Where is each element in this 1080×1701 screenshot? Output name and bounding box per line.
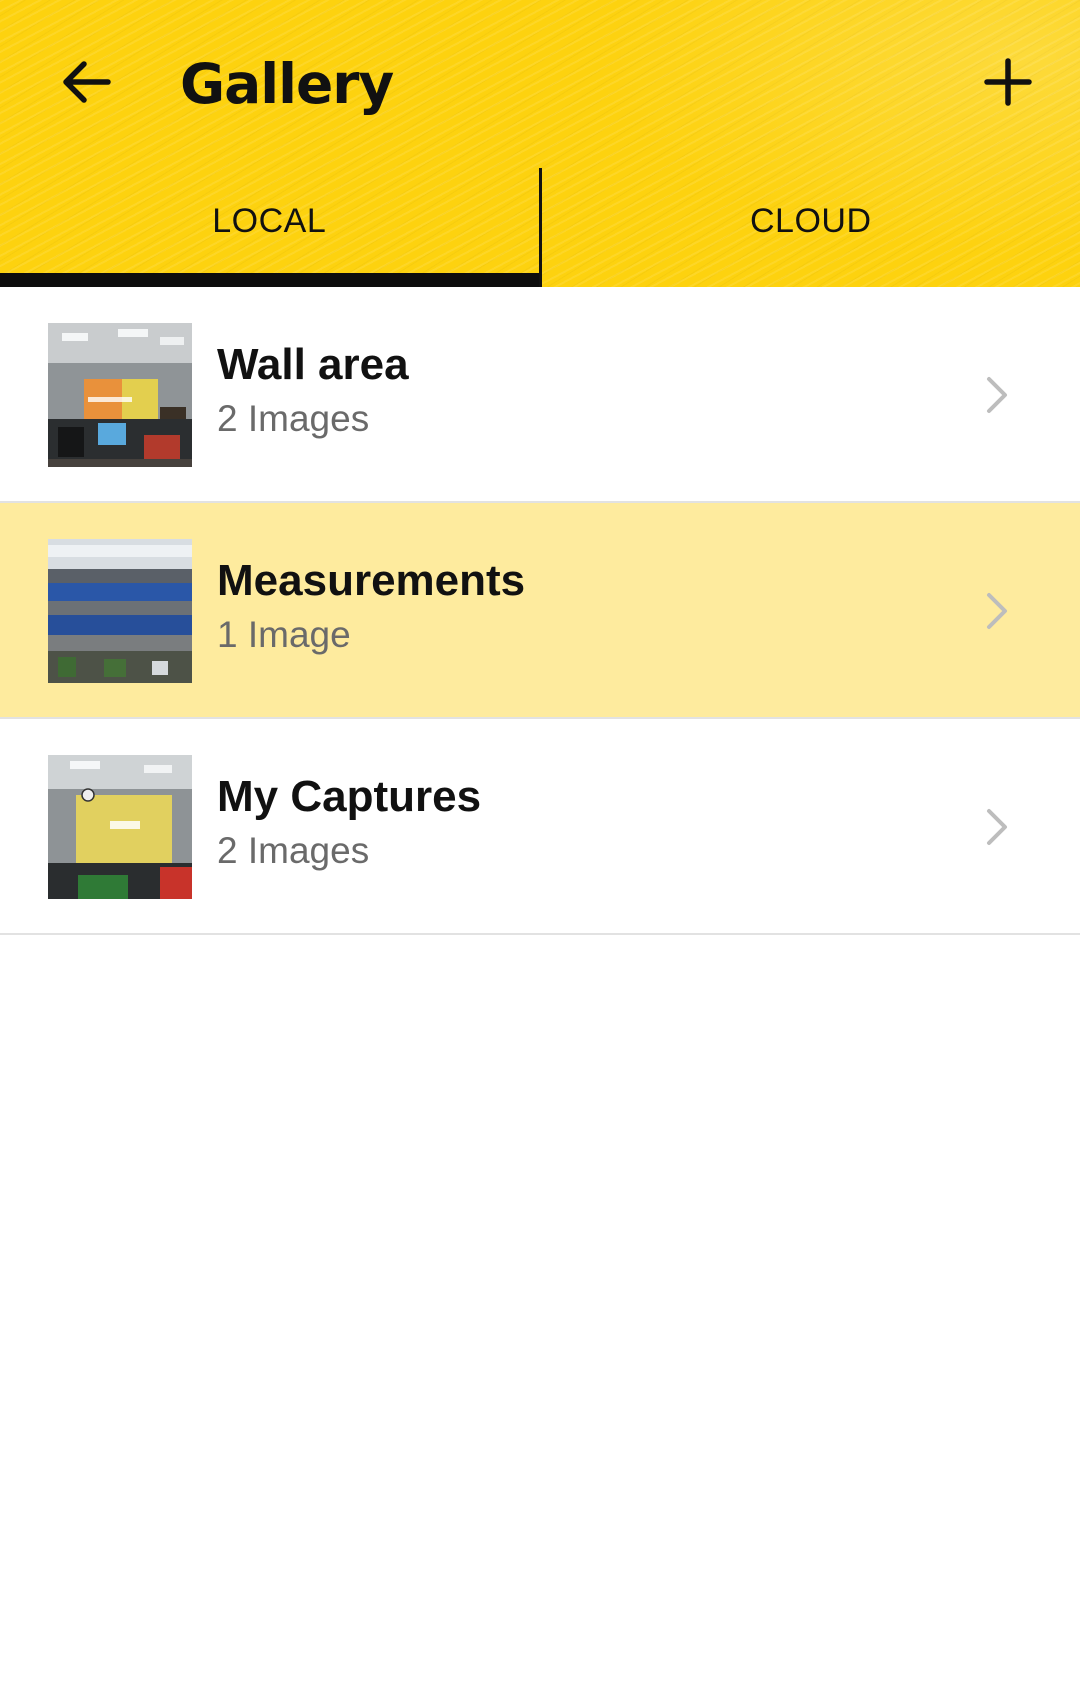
tab-bar: LOCAL CLOUD (0, 168, 1080, 287)
album-image-count: 2 Images (217, 398, 370, 439)
album-list: Wall area 2 Images Measurements 1 Image … (0, 287, 1080, 935)
album-image-count: 2 Images (217, 830, 370, 871)
arrow-left-icon (63, 61, 111, 103)
plus-icon (984, 58, 1032, 106)
album-title: My Captures (217, 772, 482, 821)
album-thumbnail (48, 755, 192, 899)
chevron-right-icon (976, 375, 1016, 415)
album-row-wall-area[interactable]: Wall area 2 Images (0, 287, 1080, 503)
tab-local-label: LOCAL (212, 202, 327, 240)
chevron-right-icon (976, 807, 1016, 847)
album-title: Measurements (217, 556, 526, 605)
add-button[interactable] (966, 40, 1050, 124)
album-image-count: 1 Image (217, 614, 351, 655)
chevron-right-icon (976, 591, 1016, 631)
tab-cloud-label: CLOUD (749, 202, 872, 240)
app-bar: Gallery LOCAL CLOUD (0, 0, 1080, 287)
tab-cloud[interactable]: CLOUD (542, 168, 1080, 287)
back-button[interactable] (44, 40, 128, 124)
album-row-my-captures[interactable]: My Captures 2 Images (0, 719, 1080, 935)
album-row-measurements[interactable]: Measurements 1 Image (0, 503, 1080, 719)
album-thumbnail (48, 323, 192, 467)
active-tab-indicator (0, 273, 539, 287)
page-title: Gallery (180, 52, 394, 116)
album-thumbnail (48, 539, 192, 683)
tab-local[interactable]: LOCAL (0, 168, 542, 287)
album-title: Wall area (217, 340, 409, 389)
